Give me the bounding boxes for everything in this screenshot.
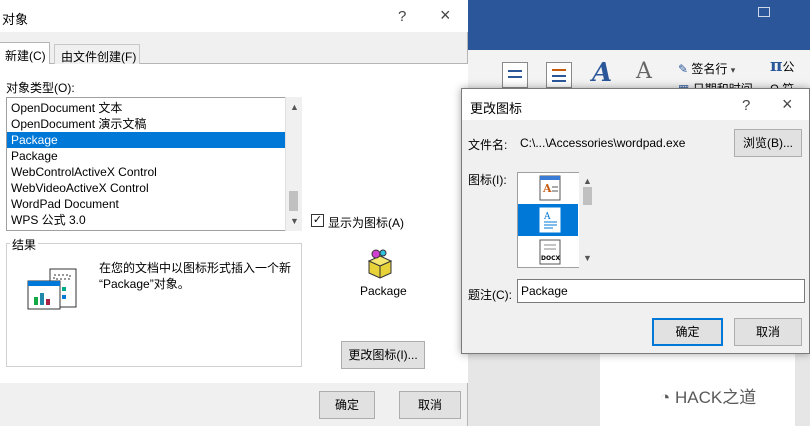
- scroll-down-icon[interactable]: ▼: [579, 250, 596, 266]
- docx-icon[interactable]: DOCX: [539, 239, 561, 268]
- quick-parts-icon[interactable]: [546, 62, 572, 88]
- svg-text:A: A: [542, 182, 552, 195]
- icon-caption-preview: Package: [360, 284, 407, 298]
- result-description: 在您的文档中以图标形式插入一个新 “Package”对象。: [99, 261, 292, 291]
- filename-value: C:\...\Accessories\wordpad.exe: [520, 136, 686, 150]
- pi-icon: π: [770, 56, 783, 76]
- list-item[interactable]: WebControlActiveX Control: [11, 164, 157, 180]
- help-icon[interactable]: ?: [742, 97, 750, 114]
- scrollbar-thumb[interactable]: [583, 187, 592, 205]
- list-item[interactable]: WPS 公式 3.0: [11, 212, 86, 228]
- tab-create-from-file[interactable]: 由文件创建(F): [54, 44, 140, 64]
- signature-line-button[interactable]: ✎ 签名行 ▾: [678, 60, 735, 77]
- icon-list-label: 图标(I):: [468, 173, 507, 187]
- scrollbar-thumb[interactable]: [289, 191, 298, 211]
- change-icon-dialog: 更改图标 ? × 文件名: C:\...\Accessories\wordpad…: [461, 88, 810, 354]
- embedded-object-icon: [26, 267, 80, 316]
- change-icon-title-bar: 更改图标 ? ×: [462, 89, 809, 120]
- object-dialog-title-bar: 对象 ? ×: [0, 0, 468, 32]
- svg-text:A: A: [543, 212, 551, 222]
- screen: A A ✎ 签名行 ▾ ▦ 日期和时间 π公 Ω 符 对象 ? × 新建(C) …: [0, 0, 810, 426]
- list-item[interactable]: WebVideoActiveX Control: [11, 180, 149, 196]
- caption-input[interactable]: Package: [517, 279, 805, 303]
- cancel-button[interactable]: 取消: [734, 318, 802, 346]
- filename-label: 文件名:: [468, 138, 508, 152]
- object-type-list[interactable]: OpenDocument 文本 OpenDocument 演示文稿 Packag…: [6, 97, 302, 231]
- drop-cap-icon[interactable]: A: [636, 59, 652, 84]
- close-icon[interactable]: ×: [782, 94, 793, 115]
- display-as-icon-checkbox[interactable]: ✓: [311, 214, 324, 227]
- list-item[interactable]: OpenDocument 文本: [11, 100, 122, 116]
- close-icon[interactable]: ×: [440, 5, 451, 26]
- scroll-down-icon[interactable]: ▼: [286, 213, 303, 229]
- dialog-title: 对象: [2, 12, 29, 27]
- change-icon-button[interactable]: 更改图标(I)...: [341, 341, 425, 369]
- restore-icon[interactable]: [758, 7, 770, 17]
- list-item-selected[interactable]: Package: [7, 132, 285, 148]
- object-type-label: 对象类型(O):: [6, 81, 75, 95]
- ok-button[interactable]: 确定: [319, 391, 375, 419]
- package-icon: [365, 249, 395, 282]
- textbox-icon[interactable]: [502, 62, 528, 88]
- docx-icon-caption: DOCX: [541, 255, 561, 262]
- browse-button[interactable]: 浏览(B)...: [734, 129, 802, 157]
- watermark: ◔ HACK之道: [660, 388, 757, 407]
- ok-button[interactable]: 确定: [652, 318, 723, 346]
- display-as-icon-label[interactable]: 显示为图标(A): [328, 214, 404, 231]
- list-item[interactable]: WordPad Document: [11, 196, 119, 212]
- equation-button[interactable]: π公: [770, 56, 794, 76]
- tab-create-new[interactable]: 新建(C): [0, 42, 50, 64]
- list-item[interactable]: OpenDocument 演示文稿: [11, 116, 146, 132]
- wordart-icon[interactable]: A: [592, 58, 612, 88]
- scroll-up-icon[interactable]: ▲: [286, 99, 303, 115]
- caption-label: 题注(C):: [468, 288, 512, 302]
- dropdown-arrow-icon: ▾: [730, 65, 736, 75]
- document-icon[interactable]: A: [539, 207, 561, 236]
- list-item[interactable]: Package: [11, 148, 58, 164]
- dialog-title: 更改图标: [470, 101, 523, 116]
- wordpad-icon[interactable]: A: [539, 175, 561, 204]
- signature-icon: ✎: [678, 62, 689, 76]
- result-legend: 结果: [10, 236, 39, 253]
- wechat-icon: ◔: [660, 388, 671, 407]
- cancel-button[interactable]: 取消: [399, 391, 461, 419]
- help-icon[interactable]: ?: [398, 8, 406, 25]
- object-dialog: 对象 ? × 新建(C) 由文件创建(F) 对象类型(O): OpenDocum…: [0, 0, 468, 426]
